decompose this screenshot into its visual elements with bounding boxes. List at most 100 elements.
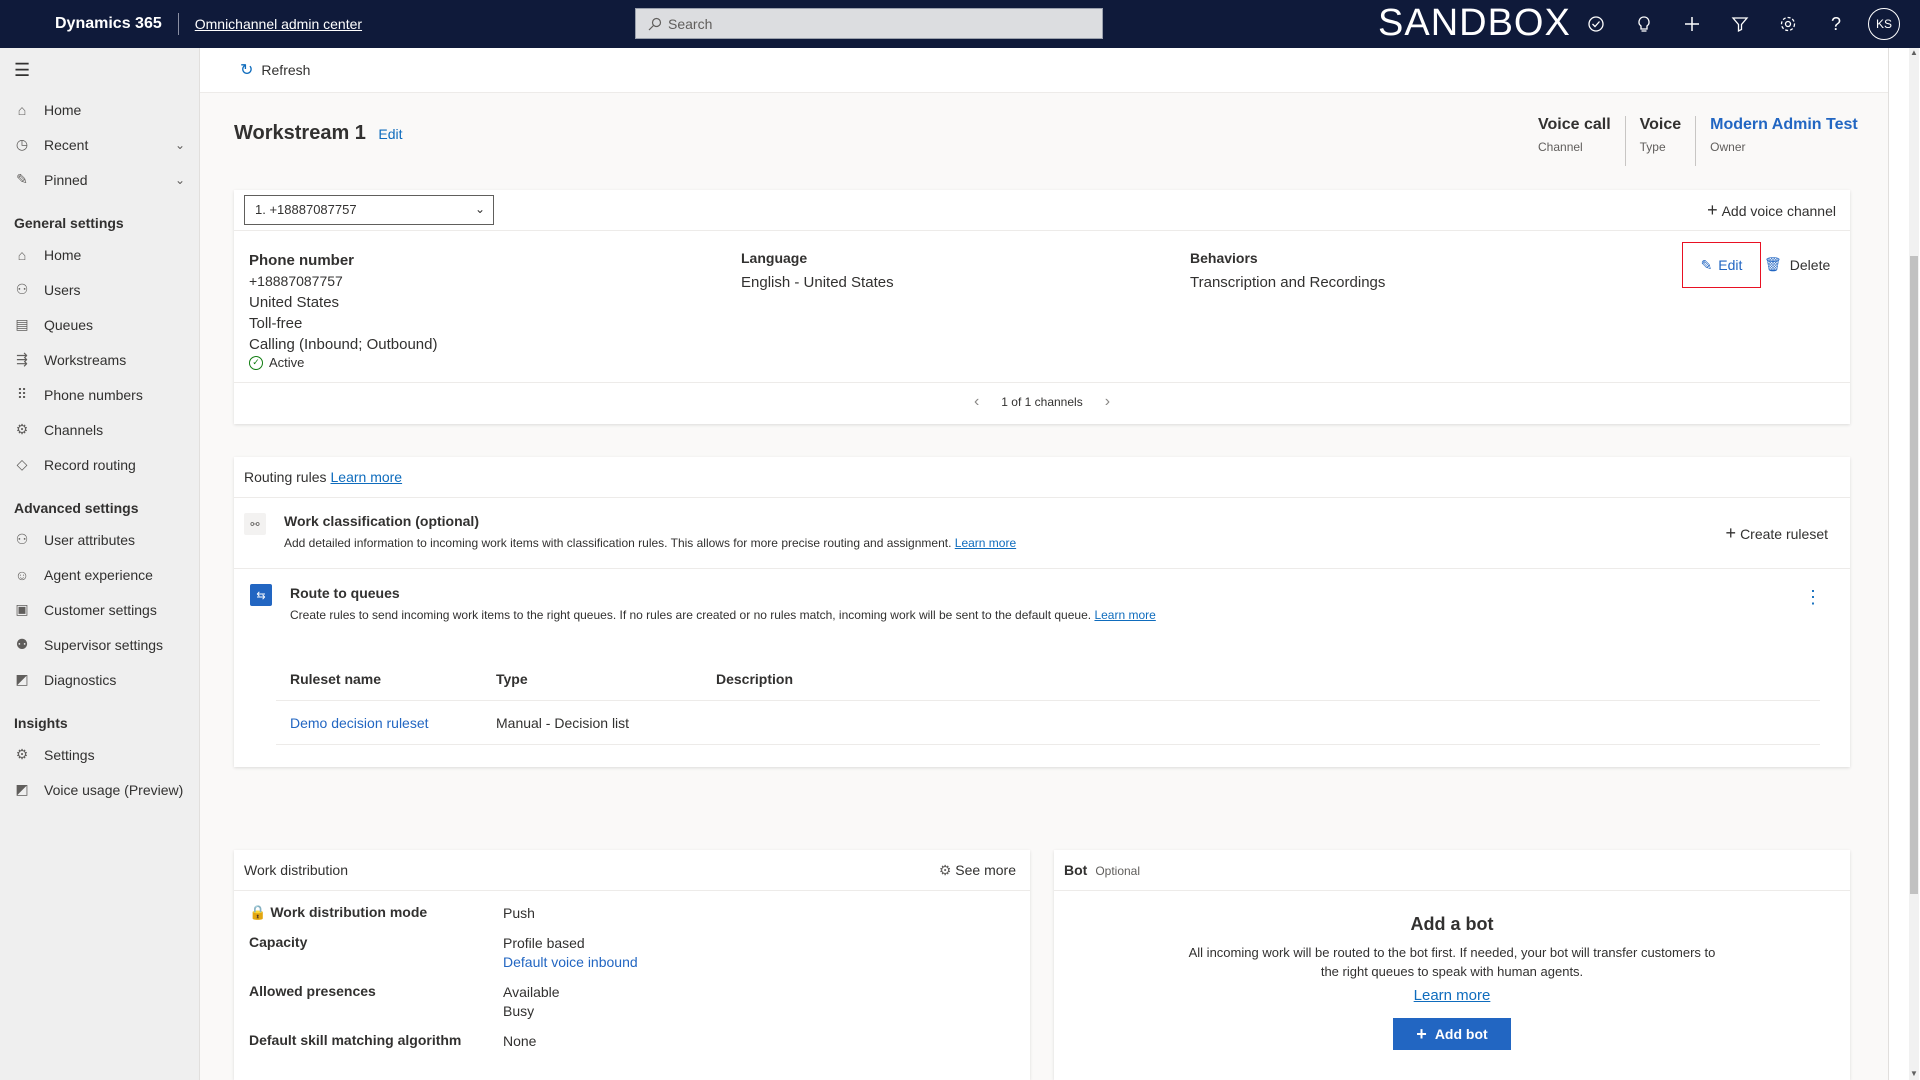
routing-learn-more-link[interactable]: Learn more xyxy=(331,469,403,485)
owner-link[interactable]: Modern Admin Test xyxy=(1710,116,1858,134)
sidebar-item-workstreams[interactable]: ⇶ Workstreams xyxy=(0,342,199,377)
refresh-icon[interactable]: ↻ xyxy=(240,60,253,80)
scrollbar[interactable]: ▲ ▼ xyxy=(1909,48,1919,1080)
sidebar-item-agent-experience[interactable]: ☺ Agent experience xyxy=(0,557,199,592)
sidebar-item-voice-usage[interactable]: ◩ Voice usage (Preview) xyxy=(0,772,199,807)
channel-delete-label: Delete xyxy=(1789,256,1831,273)
wd-value: Push xyxy=(503,905,535,921)
ruleset-name-link[interactable]: Demo decision ruleset xyxy=(276,715,496,731)
ruleset-type: Manual - Decision list xyxy=(496,714,630,731)
gear-icon: ⚙ xyxy=(938,862,952,878)
sidebar-item-record-routing[interactable]: ◇ Record routing xyxy=(0,447,199,482)
see-more-button[interactable]: ⚙ See more xyxy=(939,862,1016,879)
sidebar-item-queues[interactable]: ▤ Queues xyxy=(0,307,199,342)
add-bot-heading: Add a bot xyxy=(1410,914,1494,934)
col-header-description[interactable]: Description xyxy=(716,671,1820,687)
sidebar-item-user-attributes[interactable]: ⚇ User attributes xyxy=(0,522,199,557)
sidebar-item-channels[interactable]: ⚙ Channels xyxy=(0,412,199,447)
route-to-queues-title: Route to queues xyxy=(290,585,400,601)
wd-value: Available Busy xyxy=(503,983,560,1021)
chevron-down-icon[interactable]: ⌄ xyxy=(175,173,185,187)
brand-name[interactable]: Dynamics 365 xyxy=(55,15,162,33)
bot-learn-more-link[interactable]: Learn more xyxy=(1054,987,1850,1004)
divider xyxy=(234,230,1850,231)
wc-learn-more-link[interactable]: Learn more xyxy=(955,536,1016,550)
sidebar-item-recent[interactable]: ◷ Recent ⌄ xyxy=(0,127,199,162)
home-icon: ⌂ xyxy=(17,246,27,263)
bot-body: Add a bot All incoming work will be rout… xyxy=(1054,914,1850,1050)
plus-icon[interactable] xyxy=(1668,0,1716,48)
col-header-type[interactable]: Type xyxy=(496,671,716,687)
sidebar-item-insights-settings[interactable]: ⚙ Settings xyxy=(0,737,199,772)
sidebar-item-supervisor-settings[interactable]: ⚉ Supervisor settings xyxy=(0,627,199,662)
sidebar: ☰ ⌂ Home ◷ Recent ⌄ ✎ Pinned ⌄ General s… xyxy=(0,48,200,1080)
divider xyxy=(234,497,1850,498)
top-icons: ? KS xyxy=(1572,0,1900,48)
chevron-down-icon: ⌄ xyxy=(474,202,485,216)
scroll-down-icon[interactable]: ▼ xyxy=(1909,1069,1919,1078)
sidebar-item-diagnostics[interactable]: ◩ Diagnostics xyxy=(0,662,199,697)
meta-type-value: Voice xyxy=(1639,116,1682,133)
add-bot-desc: All incoming work will be routed to the … xyxy=(1188,945,1716,979)
title-edit-link[interactable]: Edit xyxy=(378,126,402,142)
chevron-down-icon[interactable]: ⌄ xyxy=(175,138,185,152)
add-voice-channel-button[interactable]: + Add voice channel xyxy=(1707,200,1836,221)
create-ruleset-button[interactable]: + Create ruleset xyxy=(1726,523,1828,544)
scroll-up-icon[interactable]: ▲ xyxy=(1909,48,1919,57)
sidebar-item-label: Users xyxy=(44,281,81,298)
page-header: Workstream 1 Edit xyxy=(234,122,403,145)
col-header-name[interactable]: Ruleset name xyxy=(276,671,496,687)
sidebar-item-users[interactable]: ⚇ Users xyxy=(0,272,199,307)
gear-icon[interactable] xyxy=(1764,0,1812,48)
sidebar-item-home-top[interactable]: ⌂ Home xyxy=(0,92,199,127)
scrollbar-thumb[interactable] xyxy=(1910,256,1918,894)
app-name-link[interactable]: Omnichannel admin center xyxy=(195,16,362,32)
more-options-icon[interactable]: ⋮ xyxy=(1804,587,1822,608)
wd-row-presences: Allowed presences Available Busy xyxy=(249,983,560,1021)
search-input[interactable]: Search xyxy=(635,8,1103,39)
status-badge: ✓ Active xyxy=(249,355,437,370)
behaviors-label: Behaviors xyxy=(1190,250,1258,266)
sidebar-item-customer-settings[interactable]: ▣ Customer settings xyxy=(0,592,199,627)
routing-icon: ◇ xyxy=(16,456,28,472)
sidebar-item-phone-numbers[interactable]: ⠿ Phone numbers xyxy=(0,377,199,412)
hamburger-icon[interactable]: ☰ xyxy=(0,48,199,92)
header-meta: Voice call Channel Voice Type Modern Adm… xyxy=(1524,116,1872,166)
plus-icon: + xyxy=(1707,200,1718,220)
phone-number-column: Phone number +18887087757 United States … xyxy=(249,250,437,370)
filter-icon[interactable] xyxy=(1716,0,1764,48)
divider xyxy=(1054,890,1850,891)
sidebar-item-home[interactable]: ⌂ Home xyxy=(0,237,199,272)
capacity-profile-link[interactable]: Default voice inbound xyxy=(503,953,638,972)
bot-optional: Optional xyxy=(1095,864,1141,878)
general-settings-heading: General settings xyxy=(14,215,124,231)
phone-country: United States xyxy=(249,294,340,311)
channel-delete-button[interactable]: 🗑 Delete xyxy=(1764,256,1830,273)
sidebar-item-label: Supervisor settings xyxy=(44,636,164,653)
sidebar-item-label: Phone numbers xyxy=(44,386,143,403)
see-more-label: See more xyxy=(955,862,1016,878)
voice-channel-card: 1. +18887087757 ⌄ + Add voice channel Pho… xyxy=(234,190,1850,424)
scrollbar-area: ▲ ▼ xyxy=(1888,48,1920,1080)
phone-number-dropdown[interactable]: 1. +18887087757 ⌄ xyxy=(244,195,494,225)
chevron-right-icon[interactable]: › xyxy=(1105,393,1110,411)
chevron-left-icon[interactable]: ‹ xyxy=(974,393,979,411)
refresh-button[interactable]: Refresh xyxy=(261,62,310,78)
add-bot-button[interactable]: + Add bot xyxy=(1393,1018,1511,1050)
queues-icon: ▤ xyxy=(15,316,29,332)
avatar[interactable]: KS xyxy=(1868,8,1900,40)
wd-value: None xyxy=(503,1033,537,1049)
task-icon[interactable] xyxy=(1572,0,1620,48)
work-distribution-card: Work distribution ⚙ See more 🔒 Work dist… xyxy=(234,850,1030,1080)
pin-icon: ✎ xyxy=(16,171,28,187)
meta-type: Voice Type xyxy=(1626,116,1697,166)
channel-edit-button[interactable]: ✎ Edit xyxy=(1682,242,1761,288)
wd-key: Capacity xyxy=(249,934,308,950)
users-icon: ⚇ xyxy=(15,281,29,297)
help-icon[interactable]: ? xyxy=(1812,0,1860,48)
meta-channel-label: Channel xyxy=(1538,140,1583,154)
sidebar-item-label: Workstreams xyxy=(44,351,127,368)
rq-learn-more-link[interactable]: Learn more xyxy=(1094,608,1155,622)
sidebar-item-pinned[interactable]: ✎ Pinned ⌄ xyxy=(0,162,199,197)
lightbulb-icon[interactable] xyxy=(1620,0,1668,48)
